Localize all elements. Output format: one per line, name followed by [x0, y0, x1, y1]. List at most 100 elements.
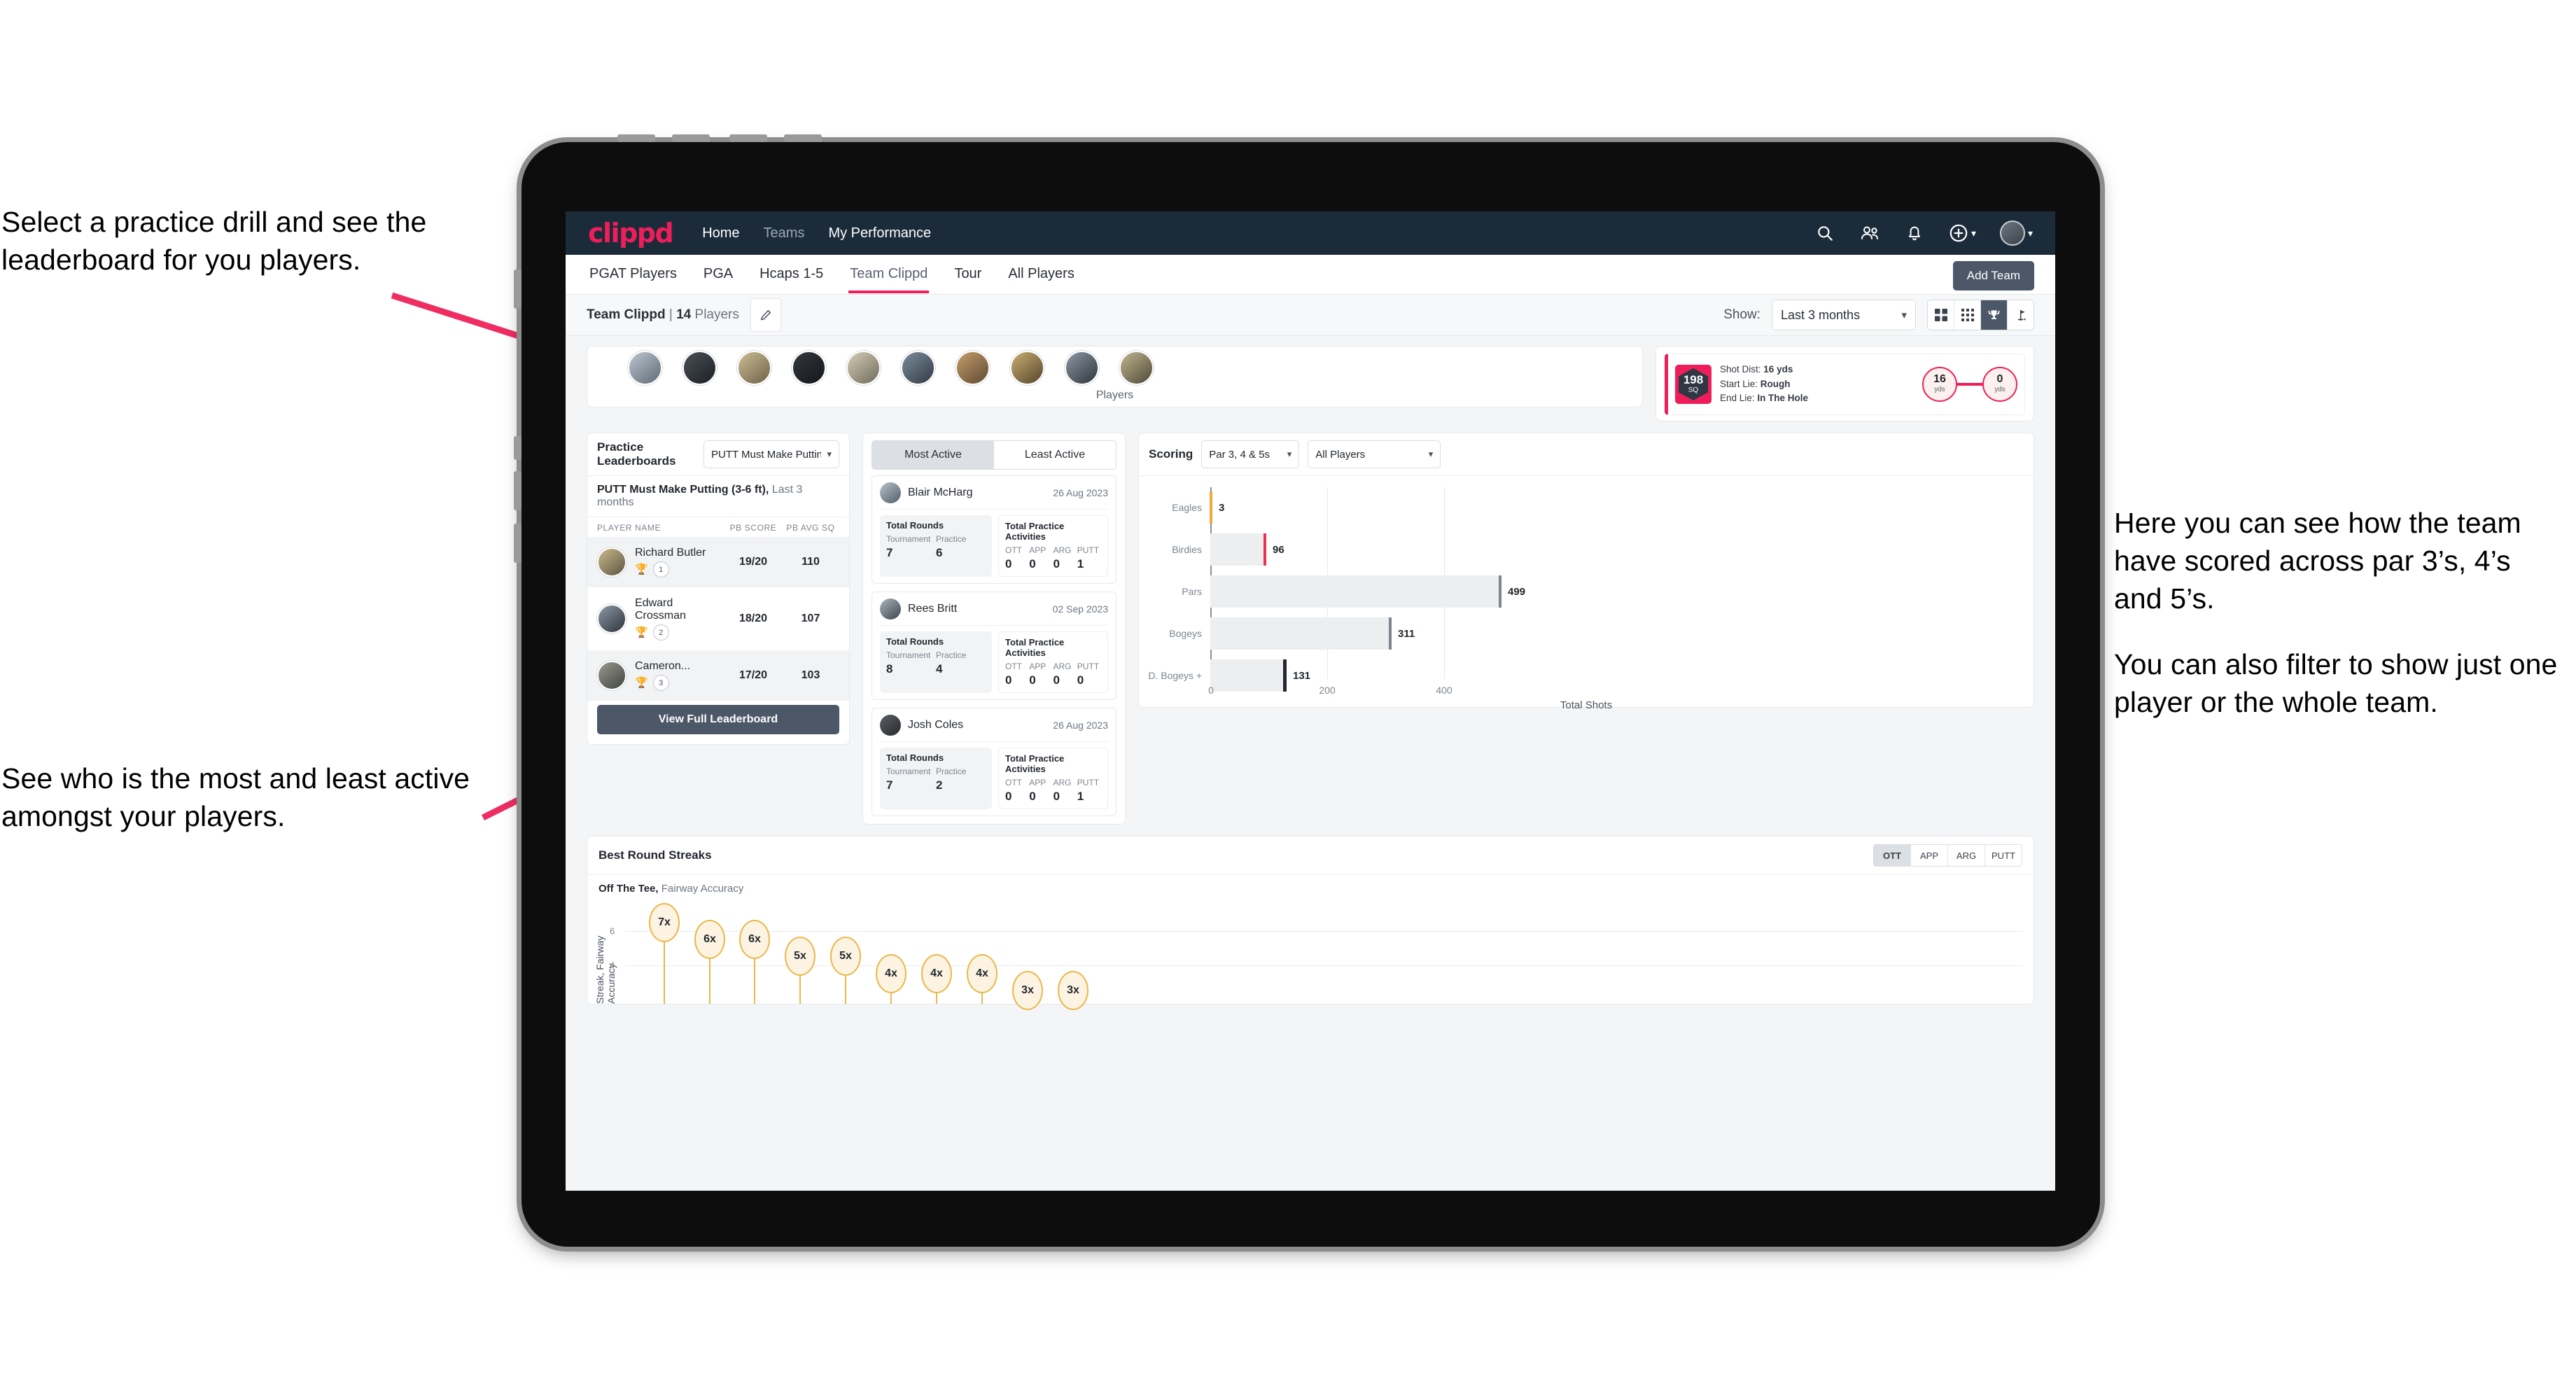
edit-team-button[interactable] — [750, 298, 781, 332]
shot-dist-label: Shot Dist: — [1720, 364, 1761, 375]
player-avatar[interactable] — [901, 351, 935, 385]
list-item[interactable]: Blair McHarg 26 Aug 2023 Total Rounds To… — [872, 475, 1116, 584]
view-full-leaderboard-button[interactable]: View Full Leaderboard — [597, 705, 839, 734]
streak-value: 4x — [921, 954, 952, 993]
streaks-toggle-app[interactable]: APP — [1911, 845, 1948, 866]
streak-value: 4x — [967, 954, 997, 993]
table-row[interactable]: Edward Crossman 🏆 2 18/20 107 — [587, 587, 849, 650]
nav-link-home[interactable]: Home — [702, 225, 739, 241]
streak-value: 5x — [785, 937, 816, 976]
date-range-value: Last 3 months — [1781, 307, 1861, 322]
clippd-logo[interactable]: clippd — [588, 220, 674, 246]
player-avatar-list — [587, 346, 1642, 385]
streaks-toggle-putt[interactable]: PUTT — [1985, 845, 2022, 866]
trophy-icon[interactable] — [1981, 300, 2008, 330]
team-label: Team Clippd | 14 Players — [587, 307, 739, 323]
list-item[interactable]: Rees Britt 02 Sep 2023 Total Rounds Tour… — [872, 592, 1116, 700]
practice-value: 6 — [936, 546, 943, 559]
tab-hcaps-1-5[interactable]: Hcaps 1-5 — [758, 256, 825, 293]
plus-circle-icon[interactable]: ▾ — [1949, 223, 1976, 244]
player-avatar[interactable] — [1065, 351, 1099, 385]
add-team-button[interactable]: Add Team — [1952, 261, 2034, 290]
player-avatar[interactable] — [846, 351, 881, 385]
list-item[interactable]: Josh Coles 26 Aug 2023 Total Rounds Tour… — [872, 708, 1116, 816]
streaks-toggle-arg[interactable]: ARG — [1948, 845, 1985, 866]
shot-start-unit: yds — [1934, 386, 1945, 393]
tab-team-clippd[interactable]: Team Clippd — [848, 256, 930, 293]
player-avatar[interactable] — [1119, 351, 1154, 385]
player-avatar[interactable] — [682, 351, 717, 385]
streak-point[interactable]: 4x — [921, 954, 952, 1004]
streaks-sub-muted: Fairway Accuracy — [658, 883, 744, 895]
people-icon[interactable] — [1859, 223, 1880, 244]
practice-drill-select[interactable]: PUTT Must Make Putting ... ▾ — [704, 440, 839, 468]
tab-pga[interactable]: PGA — [702, 256, 734, 293]
streak-point[interactable]: 5x — [830, 937, 861, 1004]
player-avatar[interactable] — [792, 351, 826, 385]
arg-value: 0 — [1053, 673, 1060, 687]
bell-icon[interactable] — [1904, 223, 1925, 244]
tab-tour[interactable]: Tour — [953, 256, 983, 293]
avatar[interactable]: ▾ — [1999, 220, 2033, 246]
streaks-header: Best Round Streaks OTT APP ARG PUTT — [587, 836, 2033, 875]
scoring-panel: Scoring Par 3, 4 & 5s ▾ All Players ▾ Ea… — [1138, 433, 2034, 711]
table-row[interactable]: Richard Butler 🏆 1 19/20 110 — [587, 537, 849, 587]
player-avatar[interactable] — [955, 351, 990, 385]
player-filter-select[interactable]: All Players ▾ — [1308, 440, 1441, 468]
nav-link-my-performance[interactable]: My Performance — [828, 225, 931, 241]
grid-4-icon[interactable] — [1928, 300, 1954, 330]
sq-badge: 198 SQ — [1675, 365, 1712, 404]
shot-end-value: 0 — [1996, 373, 2003, 385]
table-row[interactable]: Cameron... 🏆 3 17/20 103 — [587, 650, 849, 701]
players-strip-card: Players — [587, 346, 1643, 407]
pencil-icon — [760, 310, 771, 321]
ott-value: 0 — [1005, 790, 1012, 803]
par-filter-select[interactable]: Par 3, 4 & 5s ▾ — [1201, 440, 1300, 468]
plus-chevron-down-icon[interactable]: ▾ — [1971, 227, 1976, 239]
avatar-chevron-down-icon[interactable]: ▾ — [2028, 227, 2033, 239]
streak-point[interactable]: 6x — [694, 920, 725, 1004]
grid-9-icon[interactable] — [1954, 300, 1981, 330]
streak-value: 3x — [1058, 971, 1088, 1010]
team-separator: | — [665, 307, 677, 322]
tab-pgat-players[interactable]: PGAT Players — [588, 256, 678, 293]
player-avatar[interactable] — [737, 351, 771, 385]
streak-point[interactable]: 4x — [876, 954, 906, 1004]
streak-point[interactable]: 3x — [1012, 971, 1043, 1010]
practice-stat: Practice 4 — [936, 650, 986, 676]
total-rounds-title: Total Rounds — [886, 752, 944, 763]
start-lie-row: Start Lie: Rough — [1720, 377, 1808, 392]
pb-avg-sq-value: 107 — [801, 612, 820, 624]
player-avatar[interactable] — [628, 351, 662, 385]
total-practice-activities-block: Total Practice Activities OTT 0 APP 0 ARG 0… — [998, 631, 1108, 693]
streak-point[interactable]: 3x — [1058, 971, 1088, 1010]
total-practice-title: Total Practice Activities — [1005, 637, 1065, 658]
leaderboard-player: Edward Crossman 🏆 2 — [626, 597, 724, 640]
arg-label: ARG — [1053, 545, 1072, 555]
shot-distance-diagram: 16 yds 0 yds — [1922, 367, 2024, 402]
tournament-stat: Tournament 7 — [886, 534, 936, 560]
streak-point[interactable]: 7x — [649, 903, 680, 1004]
tab-all-players[interactable]: All Players — [1007, 256, 1075, 293]
tab-least-active[interactable]: Least Active — [994, 441, 1116, 469]
nav-link-teams[interactable]: Teams — [764, 225, 805, 241]
total-rounds-title: Total Rounds — [886, 636, 944, 647]
total-practice-values: OTT 0 APP 0 ARG 0 PUTT 0 — [1005, 662, 1101, 687]
streak-point[interactable]: 6x — [739, 920, 770, 1004]
pb-score-value: 18/20 — [738, 612, 768, 624]
streak-point[interactable]: 4x — [967, 954, 997, 1004]
date-range-select[interactable]: Last 3 months ▾ — [1772, 300, 1916, 330]
ott-value: 0 — [1005, 673, 1012, 687]
player-filter-value: All Players — [1315, 448, 1366, 461]
bar-fill — [1210, 617, 1392, 650]
player-avatar[interactable] — [1010, 351, 1044, 385]
streaks-toggle-ott[interactable]: OTT — [1874, 845, 1911, 866]
player-badges: 🏆 2 — [635, 624, 724, 640]
tab-most-active[interactable]: Most Active — [872, 441, 994, 469]
search-icon[interactable] — [1814, 223, 1835, 244]
shot-detail-text: Shot Dist: 16 yds Start Lie: Rough End L… — [1720, 363, 1808, 406]
streak-point[interactable]: 5x — [785, 937, 816, 1004]
putt-value: 1 — [1077, 557, 1084, 570]
player-name: Blair McHarg — [908, 486, 973, 498]
flag-icon[interactable] — [2008, 300, 2033, 330]
